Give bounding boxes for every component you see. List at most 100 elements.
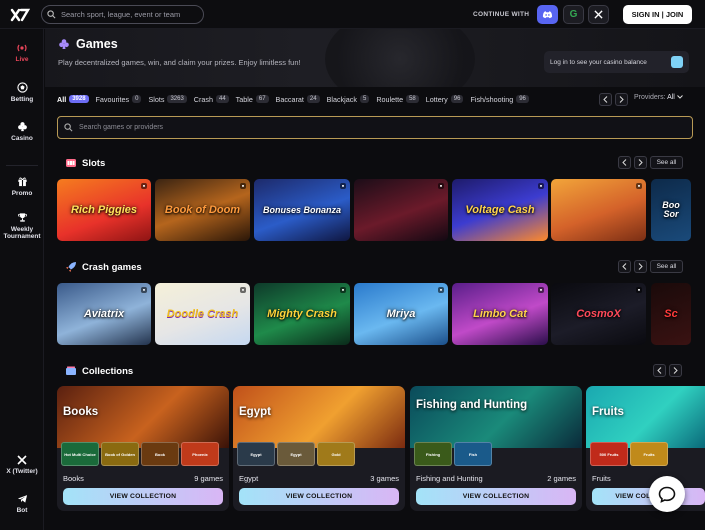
x-login-button[interactable] [588,5,609,24]
collection-thumbs: Hot Multi Choice Book of Golden Book Pho… [61,442,219,466]
google-login-button[interactable]: G [563,5,584,24]
provider-badge: ■ [635,287,642,293]
collection-label: Egypt [239,474,259,483]
provider-badge: ■ [239,183,246,189]
games-search-input[interactable]: Search games or providers [57,116,693,139]
discord-login-button[interactable] [537,5,558,24]
filter-tab-blackjack[interactable]: Blackjack 5 [327,95,370,104]
chat-bubble-icon [658,486,676,503]
crash-prev-button[interactable] [618,260,631,273]
collection-thumbs: 500 Fruits Fruits [590,442,668,466]
game-tile[interactable]: ■ CosmoX [551,283,646,345]
game-tile[interactable]: ■ Doodle Crash [155,283,250,345]
casino-balance-box[interactable]: Log in to see your casino balance [544,51,689,73]
balance-prompt: Log in to see your casino balance [550,58,647,66]
game-tile[interactable]: ■ Bonuses Bonanza [254,179,350,241]
chevron-left-icon [657,367,662,374]
filter-tab-all[interactable]: All 3928 [57,95,89,104]
crash-see-all-button[interactable]: See all [650,260,683,273]
collection-count: 3 games [370,474,399,483]
slots-see-all-button[interactable]: See all [650,156,683,169]
chevron-left-icon [622,263,627,270]
collection-thumb: Hot Multi Choice [61,442,99,466]
brand-logo[interactable] [10,6,30,24]
sidebar-item-weekly-tournament[interactable]: Weekly Tournament [0,212,44,241]
banner-decoration [325,29,475,87]
view-collection-button[interactable]: VIEW COLLECTION [416,488,576,505]
collection-icon [66,366,76,375]
search-icon [47,10,56,19]
page-title: Games [76,37,118,51]
chevron-left-icon [603,96,608,103]
collection-thumb: Phoenix [181,442,219,466]
slots-prev-button[interactable] [618,156,631,169]
view-collection-button[interactable]: VIEW COLLECTION [239,488,399,505]
filters-next-button[interactable] [615,93,628,106]
top-bar: Search sport, league, event or team CONT… [0,0,705,29]
provider-badge: ■ [635,183,642,189]
providers-dropdown[interactable]: Providers: All [634,94,683,101]
signin-join-button[interactable]: SIGN IN | JOIN [623,5,692,24]
collections-prev-button[interactable] [653,364,666,377]
game-tile[interactable]: ■ Aviatrix [57,283,151,345]
game-tile[interactable]: ■ [551,179,646,241]
slots-next-button[interactable] [634,156,647,169]
game-tile[interactable]: ■ Rich Piggies [57,179,151,241]
game-tile[interactable]: ■ Voltage Cash [452,179,548,241]
provider-badge: ■ [140,183,147,189]
sidebar-item-bot[interactable]: Bot [0,494,44,514]
collection-label: Fishing and Hunting [416,474,483,483]
chevron-down-icon [676,95,683,99]
trophy-icon [17,213,27,222]
filter-tab-crash[interactable]: Crash 44 [194,95,229,104]
sidebar-item-label: Bot [16,507,28,514]
collection-title: Fishing and Hunting [416,399,528,411]
game-tile[interactable]: Sc [651,283,691,345]
game-tile[interactable]: ■ [354,179,448,241]
discord-icon [542,11,553,19]
page-subtitle: Play decentralized games, win, and claim… [58,58,301,67]
sidebar-item-label: Casino [11,135,33,142]
filter-tab-slots[interactable]: Slots 3263 [148,95,187,104]
collection-card-egypt[interactable]: Egypt Egypt Egypt Gold Egypt 3 games VIEW… [233,386,405,511]
view-collection-button[interactable]: VIEW COLLECTION [63,488,223,505]
collection-thumb: Fishing [414,442,452,466]
collection-card-books[interactable]: Books Hot Multi Choice Book of Golden Bo… [57,386,229,511]
filter-tab-fish-shooting[interactable]: Fish/shooting 96 [470,95,529,104]
chevron-right-icon [673,367,678,374]
slots-section-header: Slots [65,157,105,169]
filter-tab-favourites[interactable]: Favourites 0 [96,95,142,104]
collection-title: Egypt [239,406,271,418]
crash-next-button[interactable] [634,260,647,273]
collections-next-button[interactable] [669,364,682,377]
sidebar-item-live[interactable]: Live [0,43,44,63]
filter-tab-lottery[interactable]: Lottery 96 [426,95,464,104]
game-tile[interactable]: ■ Mriya [354,283,448,345]
game-tile[interactable]: ■ Limbo Cat [452,283,548,345]
soccer-ball-icon [16,82,28,93]
global-search-input[interactable]: Search sport, league, event or team [41,5,204,24]
sidebar-divider [6,165,38,166]
game-tile[interactable]: Boo Sor [651,179,691,241]
collection-label: Fruits [592,474,611,483]
sidebar-item-promo[interactable]: Promo [0,176,44,197]
game-tile[interactable]: ■ Book of Doom [155,179,250,241]
collection-card-fishing-hunting[interactable]: Fishing and Hunting Fishing Fish Fishing… [410,386,582,511]
sidebar-item-betting[interactable]: Betting [0,82,44,103]
game-tile[interactable]: ■ Mighty Crash [254,283,350,345]
broadcast-icon [17,44,27,52]
chat-support-button[interactable] [649,476,685,512]
x-icon [17,455,27,465]
collection-title: Books [63,406,99,418]
filter-tab-roulette[interactable]: Roulette 58 [376,95,419,104]
filter-tab-table[interactable]: Table 67 [236,95,269,104]
sidebar-item-twitter[interactable]: X (Twitter) [0,455,44,475]
club-suit-icon [17,122,27,132]
filters-prev-button[interactable] [599,93,612,106]
sidebar-item-casino[interactable]: Casino [0,121,44,142]
filter-tab-baccarat[interactable]: Baccarat 24 [276,95,320,104]
provider-badge: ■ [437,183,444,189]
telegram-icon [17,495,27,503]
rocket-icon [66,262,76,272]
collection-card-fruits[interactable]: Fruits 500 Fruits Fruits Fruits VIEW COL… [586,386,705,511]
